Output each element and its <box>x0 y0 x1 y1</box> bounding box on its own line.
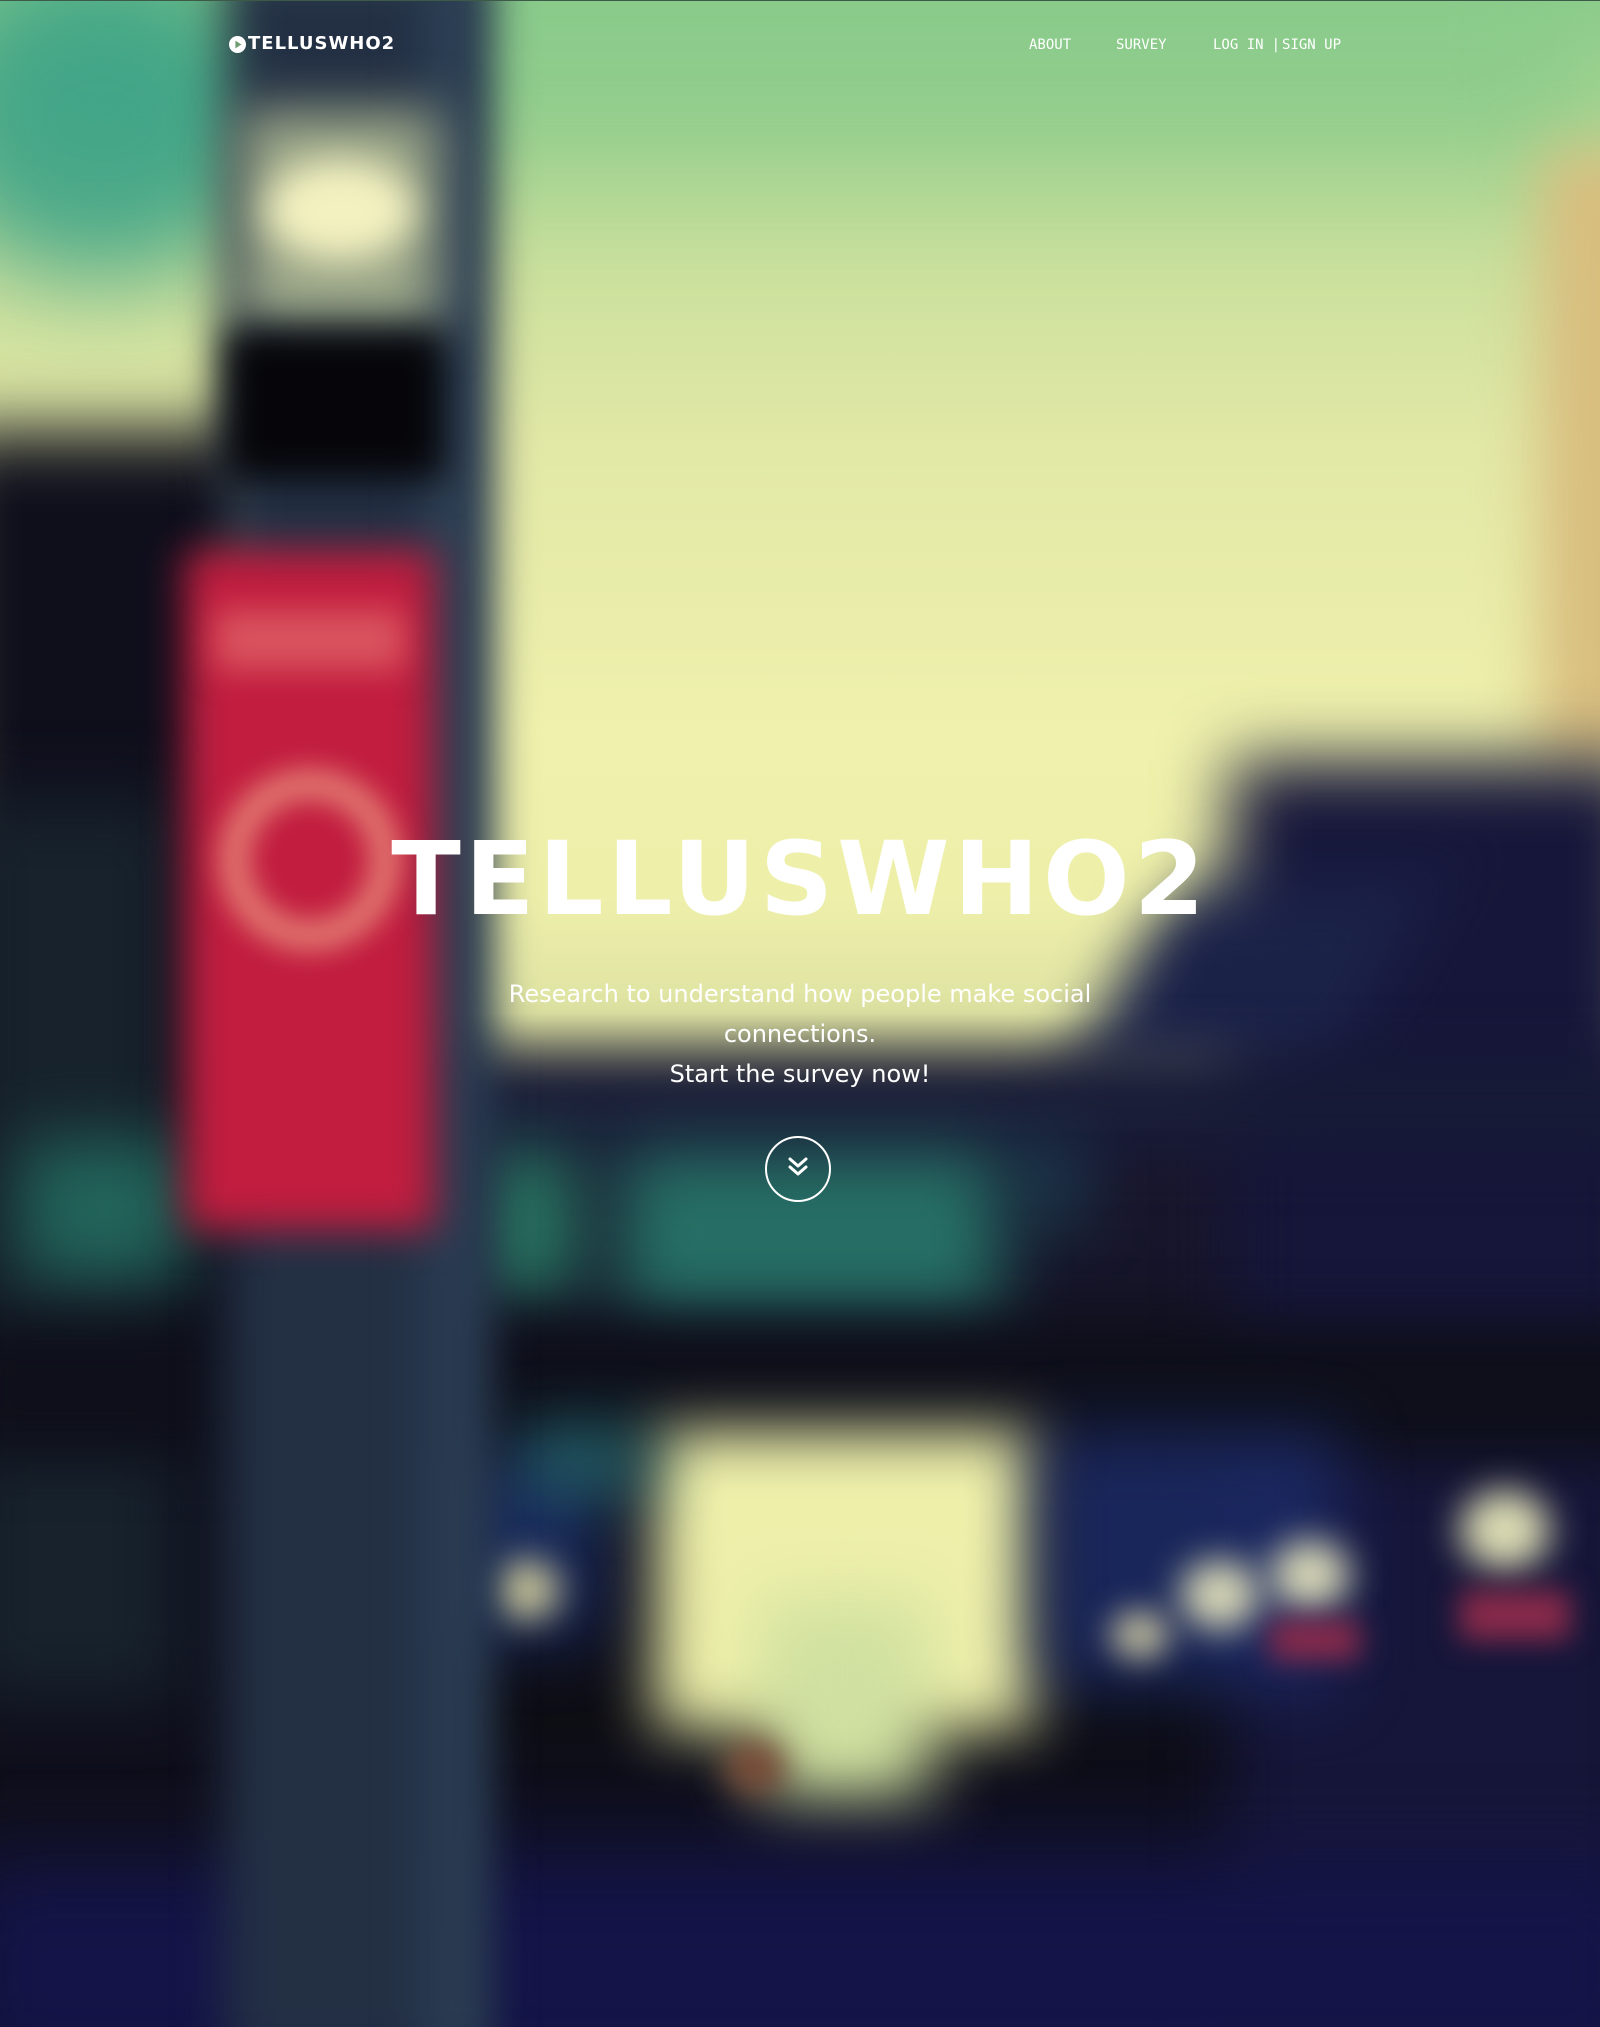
hero-section: TELLUSWHO2 Research to understand how pe… <box>0 820 1600 1094</box>
nav-separator: | <box>1271 37 1281 53</box>
brand-logo-link[interactable]: TELLUSWHO2 <box>229 34 395 54</box>
header-divider <box>0 0 1600 1</box>
site-header: TELLUSWHO2 ABOUT SURVEY LOG IN | SIGN UP <box>0 0 1600 90</box>
nav-about-link[interactable]: ABOUT <box>1029 36 1071 55</box>
hero-title: TELLUSWHO2 <box>391 820 1209 939</box>
start-survey-link[interactable]: Start the survey now! <box>0 1054 1600 1094</box>
double-chevron-down-icon <box>785 1154 811 1184</box>
nav-login-link[interactable]: LOG IN <box>1213 37 1264 53</box>
nav-auth-group: LOG IN | SIGN UP <box>1213 36 1343 55</box>
nav-survey-link[interactable]: SURVEY <box>1116 36 1167 55</box>
nav-signup-link[interactable]: SIGN UP <box>1282 37 1341 53</box>
hero-tagline: Research to understand how people make s… <box>508 980 1092 1048</box>
brand-name: TELLUSWHO2 <box>248 33 396 54</box>
scroll-down-button[interactable] <box>765 1136 831 1202</box>
play-circle-icon <box>229 35 246 53</box>
